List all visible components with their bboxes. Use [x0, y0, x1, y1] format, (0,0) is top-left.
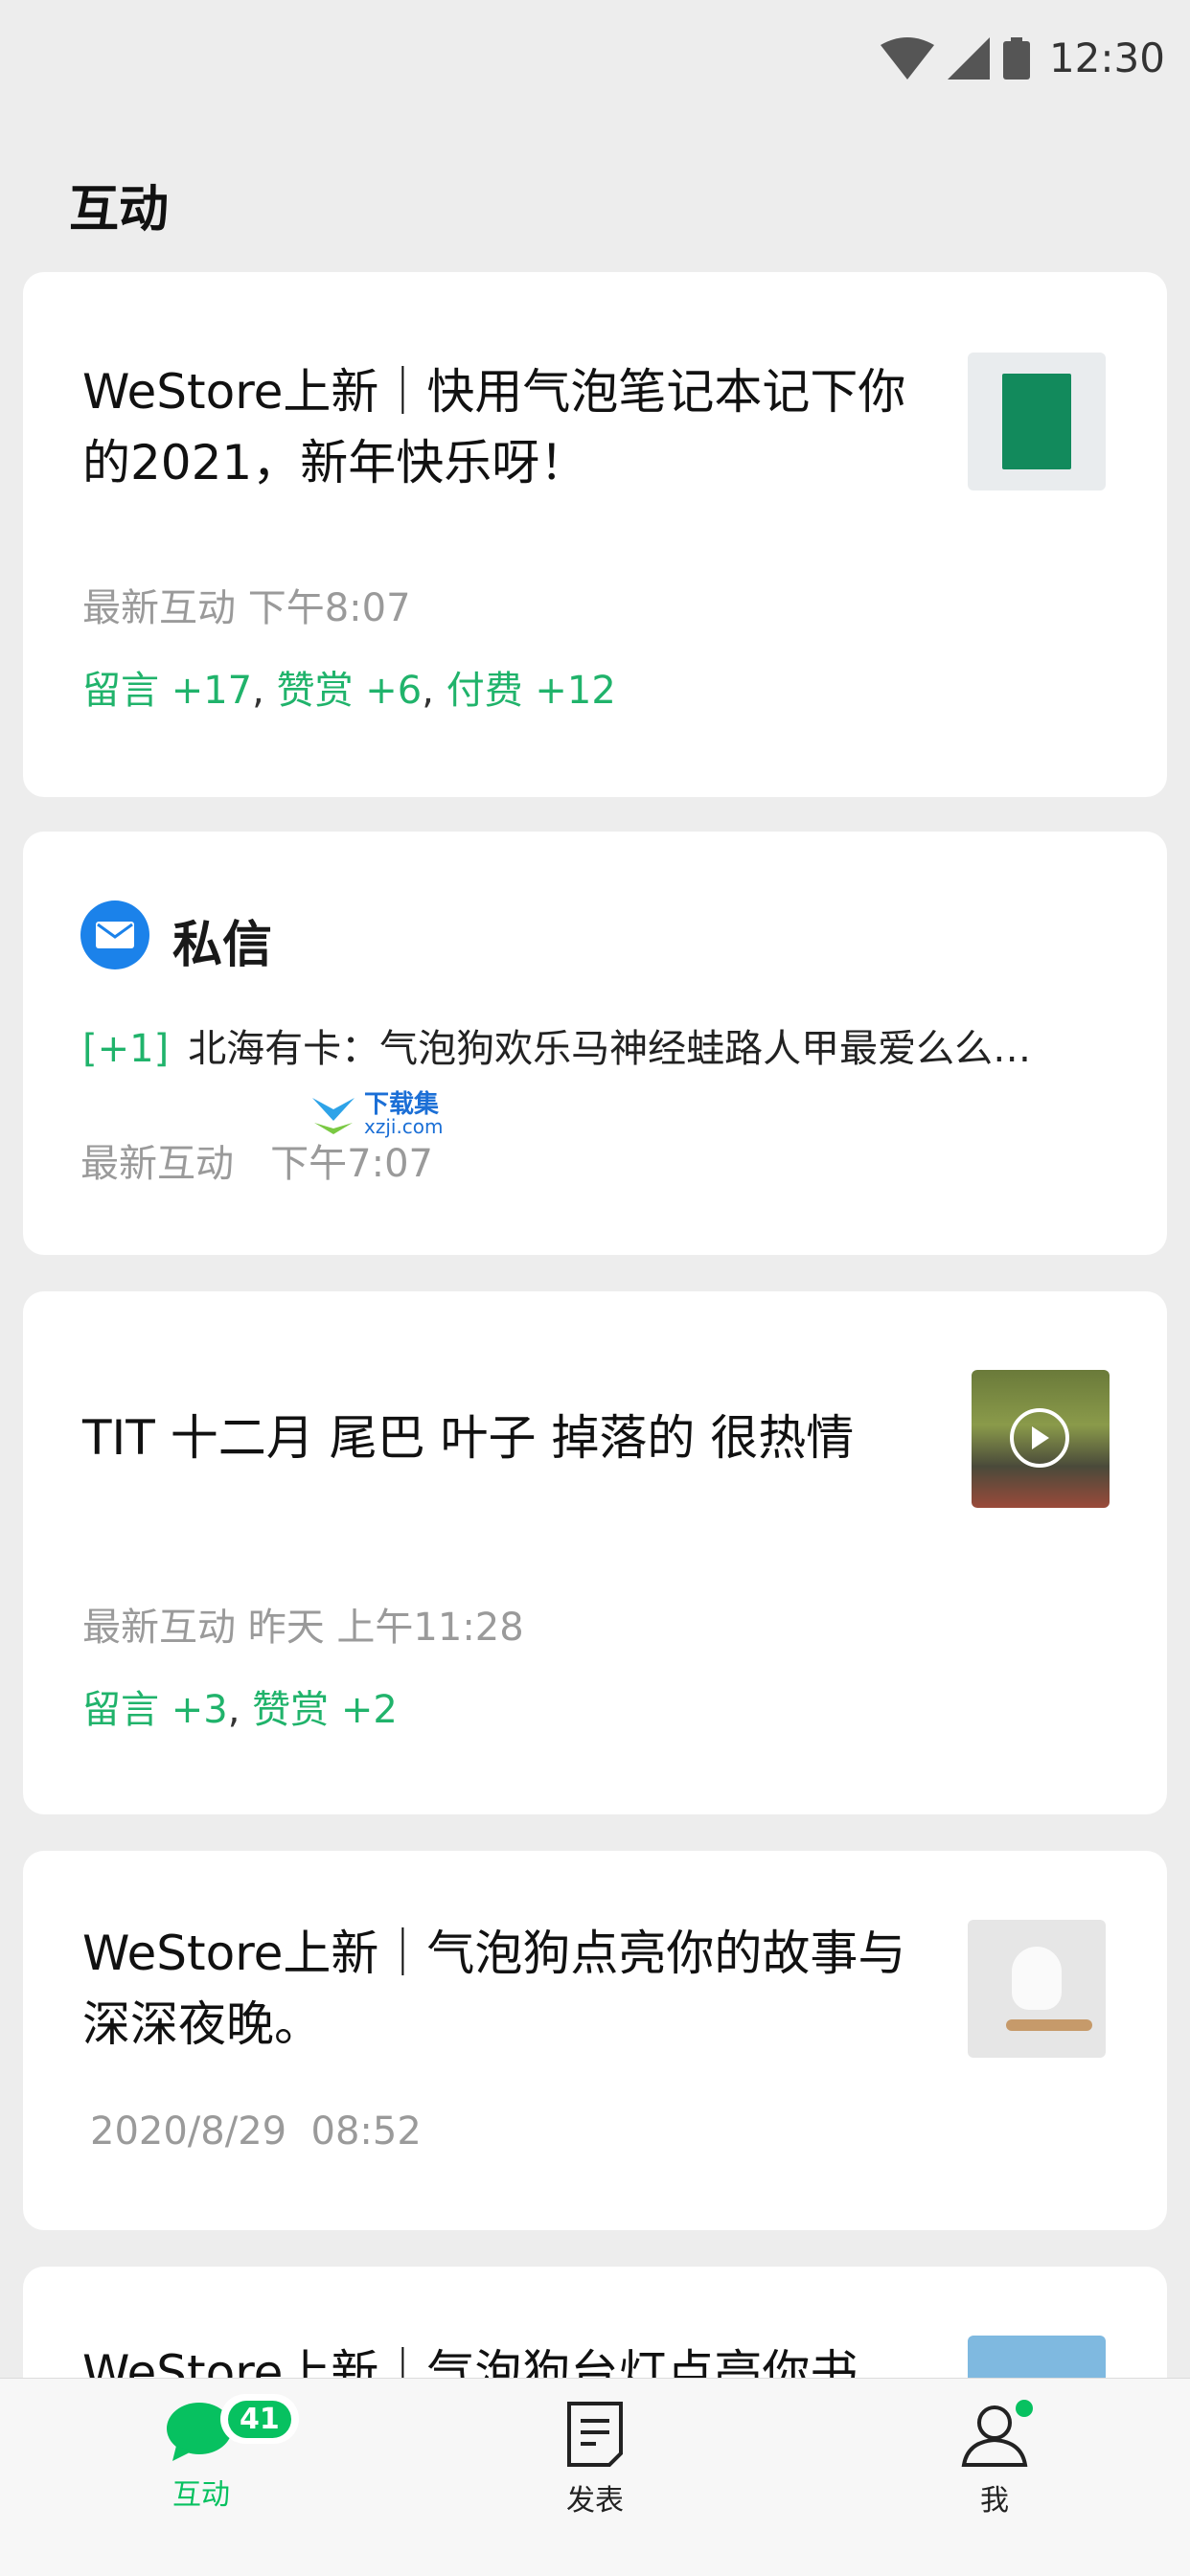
play-icon[interactable]: [1010, 1408, 1069, 1468]
private-message-card[interactable]: 私信 [+1] 北海有卡：气泡狗欢乐马神经蛙路人甲最爱么么… 最新互动 下午7:0…: [23, 832, 1167, 1255]
watermark-en: xzji.com: [364, 1115, 444, 1138]
message-preview-text: 北海有卡：气泡狗欢乐马神经蛙路人甲最爱么么…: [188, 1027, 1032, 1071]
video-thumbnail[interactable]: [972, 1370, 1110, 1508]
latest-interaction-time: 最新互动 下午7:07: [80, 1142, 433, 1186]
unread-tag: [+1]: [82, 1027, 170, 1071]
tab-interaction[interactable]: 41 互动: [105, 2394, 299, 2513]
private-message-title: 私信: [172, 917, 273, 974]
watermark-arrow-icon: [312, 1098, 355, 1134]
article-card[interactable]: TIT 十二月 尾巴 叶子 掉落的 很热情 最新互动 昨天 上午11:28 留言…: [23, 1291, 1167, 1814]
status-bar: 12:30: [0, 0, 1190, 125]
watermark: 下载集 xzji.com: [309, 1092, 444, 1136]
latest-interaction-time: 最新互动 下午8:07: [82, 586, 411, 630]
unread-badge: 41: [220, 2394, 299, 2444]
comment-count: 留言 +17: [82, 669, 253, 713]
tab-me[interactable]: 我: [899, 2400, 1090, 2519]
paid-count: 付费 +12: [446, 669, 616, 713]
tab-publish[interactable]: 发表: [499, 2400, 691, 2519]
page-title: 互动: [69, 181, 170, 239]
comment-count: 留言 +3: [82, 1688, 228, 1732]
interaction-stats: 留言 +17, 赞赏 +6, 付费 +12: [82, 669, 616, 713]
battery-icon: [1002, 36, 1030, 80]
private-message-preview: [+1] 北海有卡：气泡狗欢乐马神经蛙路人甲最爱么么…: [82, 1017, 1031, 1073]
article-title: TIT 十二月 尾巴 叶子 掉落的 很热情: [82, 1410, 855, 1466]
wifi-icon: [880, 36, 934, 80]
plush-dog-image: [968, 1920, 1106, 2058]
mail-icon: [80, 900, 149, 969]
watermark-cn: 下载集: [364, 1090, 440, 1119]
tab-interaction-label: 互动: [172, 2478, 230, 2512]
tab-me-label: 我: [980, 2484, 1009, 2518]
notification-dot: [1016, 2400, 1033, 2417]
latest-interaction-time: 最新互动 昨天 上午11:28: [82, 1606, 524, 1650]
tab-publish-label: 发表: [566, 2484, 624, 2518]
status-time: 12:30: [1048, 34, 1165, 81]
reward-count: 赞赏 +2: [252, 1688, 398, 1732]
document-icon: [567, 2402, 623, 2467]
green-notebook-image: [968, 353, 1106, 490]
article-card[interactable]: WeStore上新｜气泡狗点亮你的故事与深深夜晚。 2020/8/29 08:5…: [23, 1851, 1167, 2230]
article-card[interactable]: WeStore上新｜快用气泡笔记本记下你的2021，新年快乐呀！ 最新互动 下午…: [23, 272, 1167, 797]
reward-count: 赞赏 +6: [276, 669, 423, 713]
article-title: WeStore上新｜快用气泡笔记本记下你的2021，新年快乐呀！: [82, 364, 906, 490]
bottom-tab-bar: 41 互动 发表 我: [0, 2378, 1190, 2576]
article-title: WeStore上新｜气泡狗点亮你的故事与深深夜晚。: [82, 1926, 906, 2052]
signal-icon: [947, 36, 990, 80]
publish-time: 2020/8/29 08:52: [90, 2109, 422, 2154]
interaction-stats: 留言 +3, 赞赏 +2: [82, 1688, 398, 1732]
